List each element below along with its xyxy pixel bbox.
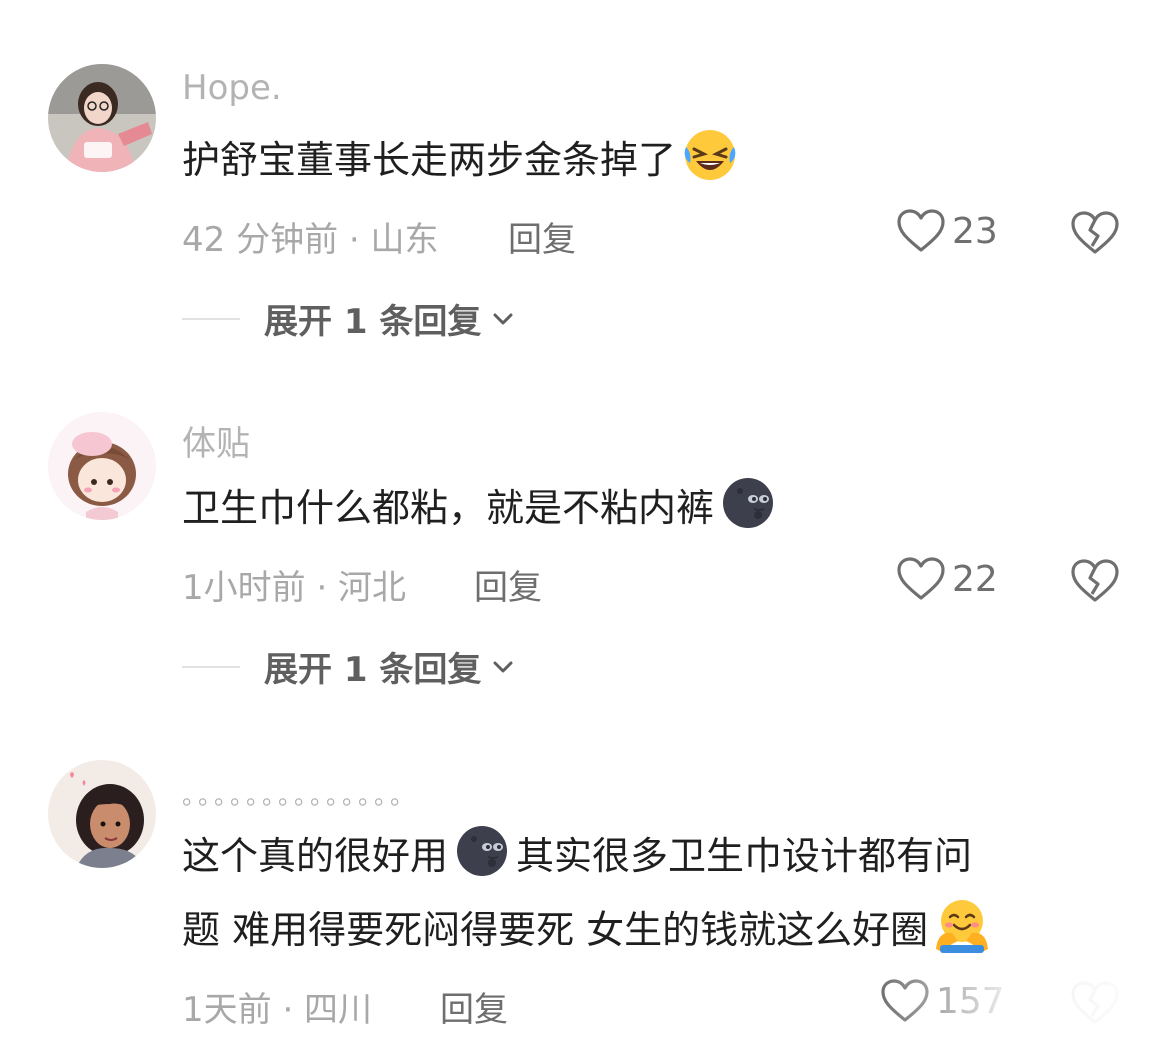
comment-text: 题 难用得要死闷得要死 女生的钱就这么好圈 bbox=[182, 896, 990, 964]
comment-time-location: 1天前 · 四川 bbox=[182, 990, 373, 1030]
new-moon-face-emoji bbox=[720, 475, 776, 531]
new-moon-face-emoji bbox=[454, 823, 510, 879]
comment-time-location: 1小时前 · 河北 bbox=[182, 568, 407, 608]
avatar[interactable] bbox=[48, 412, 156, 520]
username[interactable]: Hope. bbox=[182, 68, 282, 108]
comment-text-body: 护舒宝董事长走两步金条掉了 bbox=[182, 138, 677, 182]
hugging-face-emoji bbox=[934, 897, 990, 953]
broken-heart-icon bbox=[1071, 211, 1119, 254]
comment-text-part: 这个真的很好用 bbox=[182, 834, 449, 878]
like-button[interactable]: 23 bbox=[896, 208, 998, 254]
fade-overlay bbox=[880, 968, 1170, 1041]
expand-replies-button[interactable]: 展开 1 条回复 bbox=[182, 294, 517, 343]
expand-replies-button[interactable]: 展开 1 条回复 bbox=[182, 642, 517, 691]
dislike-button[interactable] bbox=[1070, 558, 1120, 608]
chevron-down-icon bbox=[493, 313, 513, 324]
avatar[interactable] bbox=[48, 760, 156, 868]
avatar[interactable] bbox=[48, 64, 156, 172]
comment-text-part: 其实很多卫生巾设计都有问 bbox=[516, 834, 973, 878]
username[interactable]: 体贴 bbox=[182, 416, 250, 465]
reply-button[interactable]: 回复 bbox=[474, 560, 542, 609]
chevron-down-icon bbox=[493, 661, 513, 672]
comment-text-body: 卫生巾什么都粘，就是不粘内裤 bbox=[182, 486, 715, 530]
comment-text: 卫生巾什么都粘，就是不粘内裤 bbox=[182, 474, 776, 542]
like-count: 23 bbox=[952, 210, 998, 252]
like-count: 22 bbox=[952, 558, 998, 600]
like-button[interactable]: 22 bbox=[896, 556, 998, 602]
grinning-squinting-face-with-tears-emoji bbox=[682, 127, 738, 183]
broken-heart-icon bbox=[1071, 559, 1119, 602]
dislike-button[interactable] bbox=[1070, 210, 1120, 260]
heart-outline-icon bbox=[897, 557, 945, 600]
comment-text: 这个真的很好用 其实很多卫生巾设计都有问 bbox=[182, 822, 972, 890]
divider-line bbox=[182, 317, 240, 320]
reply-button[interactable]: 回复 bbox=[508, 212, 576, 261]
comment-text: 护舒宝董事长走两步金条掉了 bbox=[182, 126, 738, 194]
expand-replies-label: 展开 1 条回复 bbox=[264, 302, 482, 342]
username[interactable]: 。。。。。。。。。。。。。。 bbox=[182, 776, 418, 811]
comment-text-part: 题 难用得要死闷得要死 女生的钱就这么好圈 bbox=[182, 908, 929, 952]
expand-replies-label: 展开 1 条回复 bbox=[264, 650, 482, 690]
heart-outline-icon bbox=[897, 209, 945, 252]
divider-line bbox=[182, 665, 240, 668]
comment-time-location: 42 分钟前 · 山东 bbox=[182, 220, 439, 260]
reply-button[interactable]: 回复 bbox=[440, 982, 508, 1031]
